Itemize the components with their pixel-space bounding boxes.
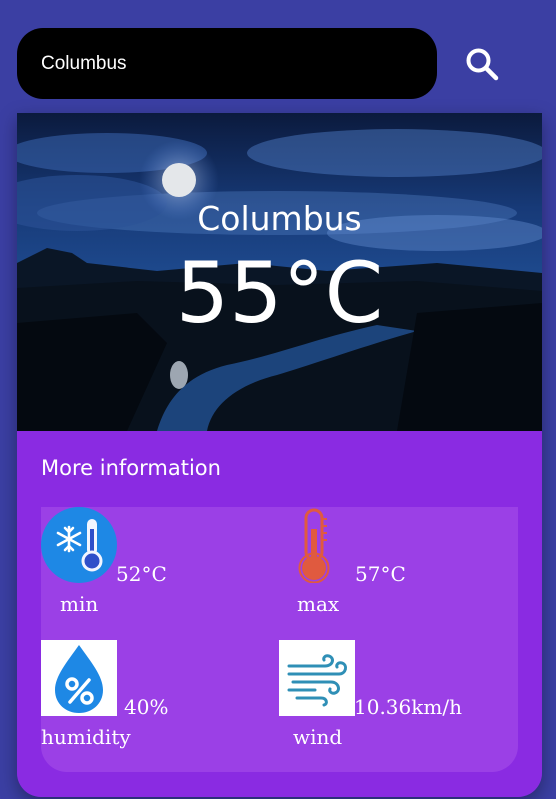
- humidity-label: humidity: [41, 725, 131, 749]
- thermometer-icon: [289, 507, 339, 584]
- min-temp-item: 52°C min: [41, 507, 241, 617]
- wind-value: 10.36km/h: [354, 695, 462, 719]
- snowflake-thermometer-icon: [41, 507, 117, 583]
- section-title: More information: [41, 456, 221, 480]
- min-temp-label: min: [60, 592, 99, 616]
- info-panel: 52°C min 57°C max 40% humidity 10.36km/h…: [41, 507, 518, 772]
- wind-item: 10.36km/h wind: [279, 640, 518, 750]
- search-input[interactable]: [41, 28, 421, 99]
- humidity-drop-icon: [41, 640, 117, 716]
- wind-label: wind: [293, 725, 343, 749]
- search-button[interactable]: [460, 42, 504, 86]
- max-temp-value: 57°C: [355, 562, 406, 586]
- weather-card: Columbus 55°C More information 52°C min …: [17, 113, 542, 797]
- search-bar: [17, 28, 437, 99]
- wind-icon: [279, 640, 355, 716]
- search-icon: [466, 48, 499, 81]
- humidity-value: 40%: [124, 695, 169, 719]
- max-temp-item: 57°C max: [279, 507, 509, 617]
- max-temp-label: max: [297, 592, 340, 616]
- current-temperature: 55°C: [175, 244, 384, 342]
- city-name: Columbus: [197, 199, 362, 238]
- weather-hero: Columbus 55°C: [17, 113, 542, 431]
- more-information-section: More information 52°C min 57°C max 40% h…: [17, 431, 542, 797]
- min-temp-value: 52°C: [116, 562, 167, 586]
- humidity-item: 40% humidity: [41, 640, 241, 750]
